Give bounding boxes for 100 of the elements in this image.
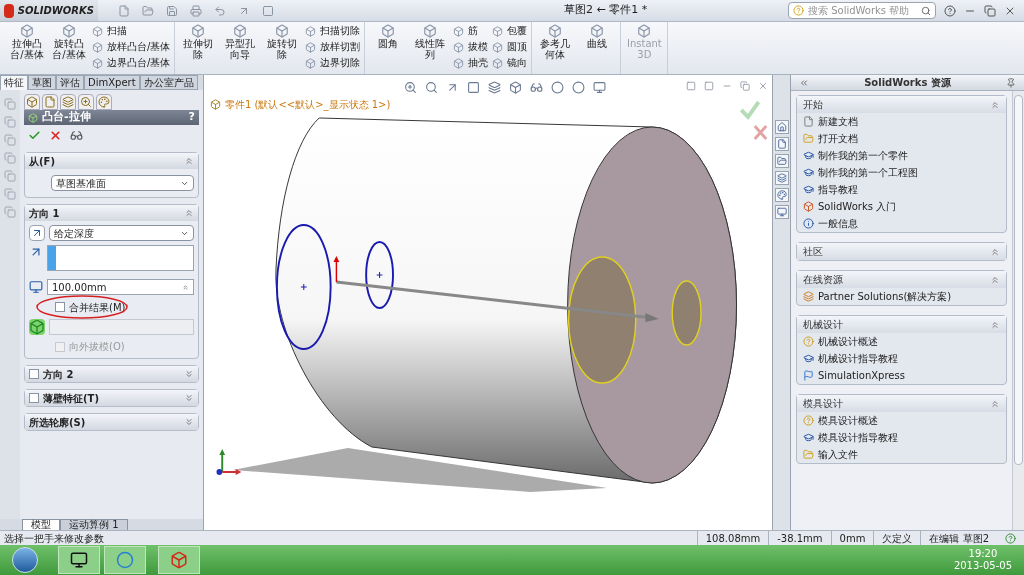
section-header[interactable]: 方向 2 [25,366,198,382]
resource-link[interactable]: 机械设计指导教程 [818,351,898,366]
resource-link[interactable]: 一般信息 [818,216,858,231]
tab[interactable]: 特征 [0,75,28,90]
checkbox[interactable] [55,302,65,312]
section-header[interactable]: 从(F) [25,153,198,169]
section-header[interactable]: 社区 [797,243,1006,260]
view-tool-icon[interactable] [446,81,459,94]
ribbon-button[interactable]: 线性阵列 [411,24,450,60]
resource-link[interactable]: Partner Solutions(解决方案) [818,289,952,304]
view-tool-icon[interactable] [488,81,501,94]
dropdown[interactable]: 给定深度 [49,225,194,241]
expand-icon[interactable] [184,369,194,379]
ribbon-button[interactable]: 参考几何体 [536,24,575,60]
tab[interactable]: 评估 [56,75,84,90]
folder-icon[interactable] [142,4,154,17]
expand-icon[interactable] [184,417,194,427]
resource-link[interactable]: 输入文件 [818,447,858,462]
task-pane-tab-icon[interactable] [774,171,789,185]
restore-icon[interactable] [984,4,996,17]
section-header[interactable]: 薄壁特征(T) [25,390,198,406]
ribbon-button[interactable]: 包覆 [492,24,528,38]
feature-icon[interactable] [4,170,16,182]
section-header[interactable]: 在线资源 [797,271,1006,288]
manager-tab-icon[interactable] [96,94,112,110]
resource-link[interactable]: SolidWorks 入门 [818,199,897,214]
section-header[interactable]: 机械设计 [797,316,1006,333]
cancel-icon[interactable] [753,124,768,141]
pin-icon[interactable] [1006,77,1016,88]
tab[interactable]: 草图 [28,75,56,90]
help-icon[interactable] [1005,532,1016,544]
dropdown[interactable]: 草图基准面 [51,175,194,191]
ribbon-button[interactable]: 筋 [453,24,489,38]
tab[interactable]: 模型 [22,518,60,531]
resource-link[interactable]: 机械设计概述 [818,334,878,349]
search-icon[interactable] [921,5,931,16]
manager-tab-icon[interactable] [78,94,94,110]
resource-link[interactable]: 制作我的第一个工程图 [818,165,918,180]
view-tool-icon[interactable] [551,81,564,94]
taskbar-app-icon[interactable] [58,546,100,574]
search-field[interactable]: 搜索 SolidWorks 帮助 [788,2,936,19]
selection-list[interactable] [47,245,194,271]
view-tool-icon[interactable] [404,81,417,94]
collapse-icon[interactable] [799,77,809,88]
help-icon[interactable] [944,4,956,17]
spinner-icon[interactable] [182,283,189,291]
ribbon-button[interactable]: 圆角 [369,24,408,49]
ribbon-button[interactable]: 边界凸台/基体 [92,56,171,70]
view-tool-icon[interactable] [530,81,543,94]
ribbon-button[interactable]: 放样凸台/基体 [92,40,171,54]
ribbon-button[interactable]: 镜向 [492,56,528,70]
draft-field[interactable] [49,319,194,335]
ribbon-button[interactable]: 曲线 [578,24,617,49]
feature-icon[interactable] [4,188,16,200]
start-button[interactable] [12,547,38,573]
section-header[interactable]: 模具设计 [797,395,1006,412]
collapse-icon[interactable] [990,99,1000,110]
manager-tab-icon[interactable] [42,94,58,110]
resource-link[interactable]: 指导教程 [818,182,858,197]
restore-icon[interactable] [740,81,750,91]
ribbon-button[interactable]: 抽壳 [453,56,489,70]
new-document-icon[interactable] [118,4,130,17]
collapse-icon[interactable] [990,274,1000,285]
resource-link[interactable]: 模具设计概述 [818,413,878,428]
expand-icon[interactable] [184,393,194,403]
feature-icon[interactable] [4,206,16,218]
ribbon-button[interactable]: 旋转凸台/基体 [50,24,88,60]
confirm-icon[interactable] [739,100,761,121]
feature-icon[interactable] [4,116,16,128]
reverse-direction-icon[interactable] [29,225,45,241]
view-tool-icon[interactable] [593,81,606,94]
resource-link[interactable]: 新建文档 [818,114,858,129]
ribbon-button[interactable]: 拉伸切除 [179,24,218,60]
task-pane-tab-icon[interactable] [774,154,789,168]
help-button[interactable]: ? [188,109,195,126]
collapse-icon[interactable] [184,208,194,218]
resource-link[interactable]: 打开文档 [818,131,858,146]
checkbox[interactable] [29,393,39,403]
collapse-icon[interactable] [990,246,1000,257]
manager-tab-icon[interactable] [60,94,76,110]
ribbon-button[interactable]: 放样切割 [305,40,361,54]
view-tool-icon[interactable] [509,81,522,94]
collapse-icon[interactable] [990,398,1000,409]
task-pane-tab-icon[interactable] [774,205,789,219]
section-header[interactable]: 开始 [797,96,1006,113]
task-pane-tab-icon[interactable] [774,137,789,151]
cancel-icon[interactable] [49,129,62,142]
section-header[interactable]: 方向 1 [25,205,198,221]
confirm-icon[interactable] [28,129,41,142]
feature-icon[interactable] [4,98,16,110]
ribbon-button[interactable]: 圆顶 [492,40,528,54]
tab[interactable]: 运动算例 1 [60,518,128,531]
feature-icon[interactable] [4,152,16,164]
resource-link[interactable]: 制作我的第一个零件 [818,148,908,163]
view-tool-icon[interactable] [572,81,585,94]
view-tool-icon[interactable] [425,81,438,94]
ribbon-button[interactable]: 拔模 [453,40,489,54]
collapse-icon[interactable] [990,319,1000,330]
ribbon-button[interactable]: 旋转切除 [263,24,302,60]
ribbon-button[interactable]: 扫描切除 [305,24,361,38]
